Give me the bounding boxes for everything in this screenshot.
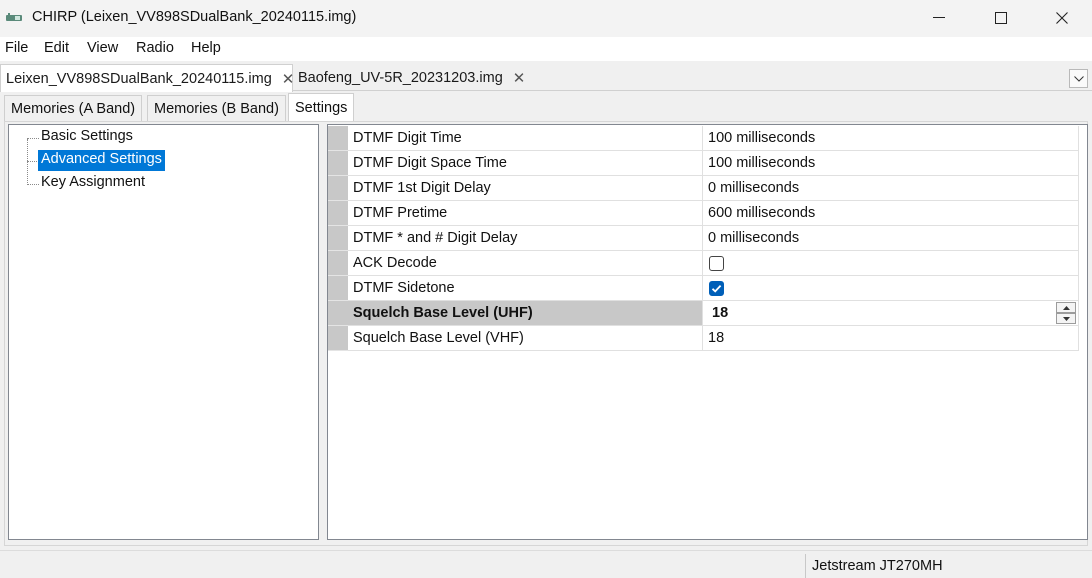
menu-edit[interactable]: Edit — [44, 40, 69, 56]
setting-row: DTMF * and # Digit Delay 0 milliseconds — [328, 226, 1079, 251]
file-tab-bar: Leixen_VV898SDualBank_20240115.img ✕ Bao… — [0, 61, 1092, 92]
close-icon — [1056, 12, 1068, 24]
row-header[interactable] — [328, 301, 348, 326]
row-header[interactable] — [328, 226, 348, 251]
row-header[interactable] — [328, 201, 348, 226]
setting-name: Squelch Base Level (VHF) — [348, 326, 703, 351]
radio-tab-bar: Memories (A Band) Memories (B Band) Sett… — [0, 92, 1092, 123]
menu-help[interactable]: Help — [191, 40, 221, 56]
setting-name: DTMF Pretime — [348, 201, 703, 226]
tree-item-basic-settings[interactable]: Basic Settings — [38, 127, 136, 148]
arrow-up-icon — [1062, 305, 1070, 310]
minimize-icon — [933, 17, 945, 18]
setting-row: Squelch Base Level (VHF) 18 — [328, 326, 1079, 351]
tab-memories-b-band[interactable]: Memories (B Band) — [147, 95, 286, 121]
chirp-app-icon — [6, 13, 22, 23]
setting-name: DTMF 1st Digit Delay — [348, 176, 703, 201]
tree-item-key-assignment[interactable]: Key Assignment — [38, 173, 148, 194]
row-header[interactable] — [328, 276, 348, 301]
spinner-control — [1056, 302, 1076, 324]
setting-name: DTMF Digit Time — [348, 126, 703, 151]
status-bar: Jetstream JT270MH — [0, 550, 1092, 578]
setting-name: DTMF Digit Space Time — [348, 151, 703, 176]
setting-name: DTMF * and # Digit Delay — [348, 226, 703, 251]
setting-value[interactable]: 0 milliseconds — [703, 226, 1079, 251]
file-tab-label: Baofeng_UV-5R_20231203.img — [298, 70, 503, 86]
setting-value[interactable]: 600 milliseconds — [703, 201, 1079, 226]
setting-row-current: Squelch Base Level (UHF) 18 — [328, 301, 1079, 326]
file-tab-baofeng[interactable]: Baofeng_UV-5R_20231203.img ✕ — [298, 64, 528, 92]
setting-name: ACK Decode — [348, 251, 703, 276]
setting-name: Squelch Base Level (UHF) — [348, 301, 703, 326]
file-tab-label: Leixen_VV898SDualBank_20240115.img — [6, 70, 272, 87]
status-radio-model: Jetstream JT270MH — [812, 558, 943, 574]
row-header[interactable] — [328, 176, 348, 201]
arrow-down-icon — [1062, 316, 1070, 321]
tab-settings[interactable]: Settings — [288, 93, 355, 121]
tab-memories-a-band[interactable]: Memories (A Band) — [4, 95, 143, 121]
menu-bar: File Edit View Radio Help — [0, 37, 1092, 61]
setting-value-cell — [703, 276, 1079, 301]
title-bar: CHIRP (Leixen_VV898SDualBank_20240115.im… — [0, 0, 1092, 37]
tree-item-advanced-settings[interactable]: Advanced Settings — [38, 150, 165, 171]
setting-row: DTMF Digit Space Time 100 milliseconds — [328, 151, 1079, 176]
row-header[interactable] — [328, 326, 348, 351]
menu-view[interactable]: View — [87, 40, 118, 56]
squelch-uhf-spin-field[interactable]: 18 — [703, 301, 1079, 326]
minimize-button[interactable] — [916, 0, 962, 36]
menu-radio[interactable]: Radio — [136, 40, 174, 56]
setting-value-cell — [703, 251, 1079, 276]
maximize-button[interactable] — [978, 0, 1024, 36]
row-header[interactable] — [328, 126, 348, 151]
maximize-icon — [995, 12, 1007, 24]
status-separator — [805, 554, 806, 578]
setting-row: ACK Decode — [328, 251, 1079, 276]
spin-up-button[interactable] — [1056, 302, 1076, 313]
row-header[interactable] — [328, 251, 348, 276]
setting-row: DTMF Digit Time 100 milliseconds — [328, 126, 1079, 151]
settings-grid: DTMF Digit Time 100 milliseconds DTMF Di… — [327, 124, 1088, 540]
checkmark-icon — [711, 284, 722, 293]
spin-down-button[interactable] — [1056, 313, 1076, 324]
row-header[interactable] — [328, 151, 348, 176]
ack-decode-checkbox[interactable] — [709, 256, 724, 271]
spin-value: 18 — [712, 305, 729, 321]
setting-value[interactable]: 100 milliseconds — [703, 151, 1079, 176]
setting-value[interactable]: 18 — [703, 326, 1079, 351]
dtmf-sidetone-checkbox[interactable] — [709, 281, 724, 296]
setting-row: DTMF 1st Digit Delay 0 milliseconds — [328, 176, 1079, 201]
settings-tree: Basic Settings Advanced Settings Key Ass… — [8, 124, 319, 540]
setting-value[interactable]: 0 milliseconds — [703, 176, 1079, 201]
close-tab-icon[interactable]: ✕ — [282, 70, 295, 88]
tab-list-dropdown[interactable] — [1069, 69, 1088, 88]
setting-name: DTMF Sidetone — [348, 276, 703, 301]
menu-file[interactable]: File — [5, 40, 28, 56]
setting-value[interactable]: 100 milliseconds — [703, 126, 1079, 151]
setting-row: DTMF Sidetone — [328, 276, 1079, 301]
close-window-button[interactable] — [1039, 0, 1085, 36]
close-tab-icon[interactable]: ✕ — [513, 69, 526, 87]
window-title: CHIRP (Leixen_VV898SDualBank_20240115.im… — [32, 9, 357, 25]
chevron-down-icon — [1073, 75, 1084, 82]
file-tab-leixen[interactable]: Leixen_VV898SDualBank_20240115.img ✕ — [0, 64, 295, 92]
tree-connector — [27, 139, 28, 185]
setting-row: DTMF Pretime 600 milliseconds — [328, 201, 1079, 226]
